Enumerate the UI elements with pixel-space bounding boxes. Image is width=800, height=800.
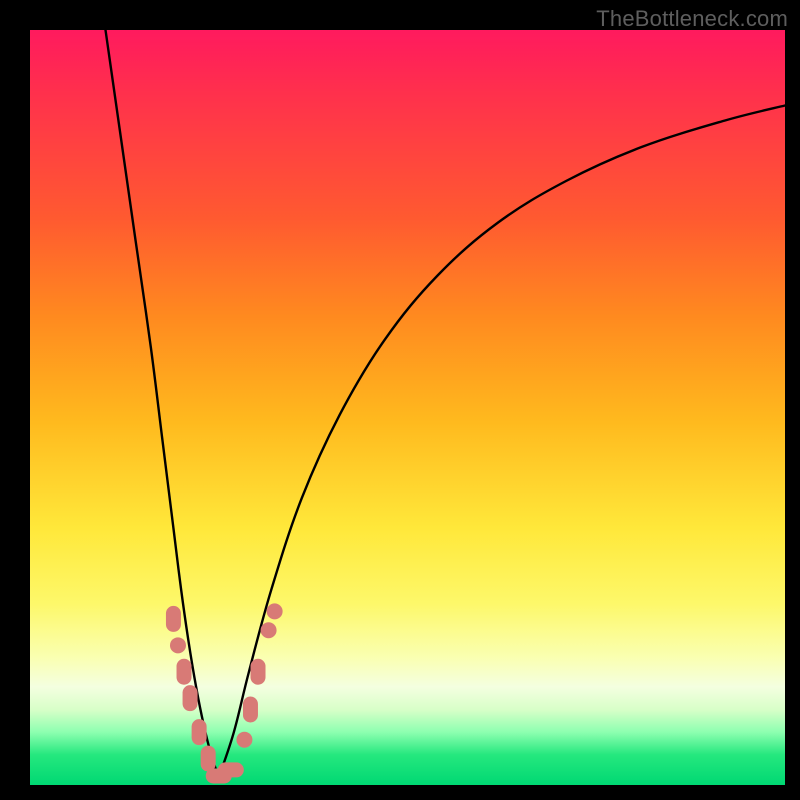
- chart-stage: TheBottleneck.com: [0, 0, 800, 800]
- data-marker: [267, 603, 283, 619]
- left-branch-path: [106, 30, 219, 777]
- data-marker: [170, 637, 186, 653]
- chart-svg: [30, 30, 785, 785]
- data-marker: [177, 659, 192, 685]
- data-marker: [166, 606, 181, 632]
- data-marker: [243, 697, 258, 723]
- data-marker: [192, 719, 207, 745]
- data-marker: [261, 622, 277, 638]
- data-marker: [201, 746, 216, 772]
- data-marker: [183, 685, 198, 711]
- right-branch-path: [219, 106, 785, 778]
- data-marker: [236, 732, 252, 748]
- plot-area: [30, 30, 785, 785]
- watermark-text: TheBottleneck.com: [596, 6, 788, 32]
- curve-layer: [106, 30, 786, 777]
- data-marker: [218, 762, 244, 777]
- marker-layer: [166, 603, 283, 783]
- data-marker: [251, 659, 266, 685]
